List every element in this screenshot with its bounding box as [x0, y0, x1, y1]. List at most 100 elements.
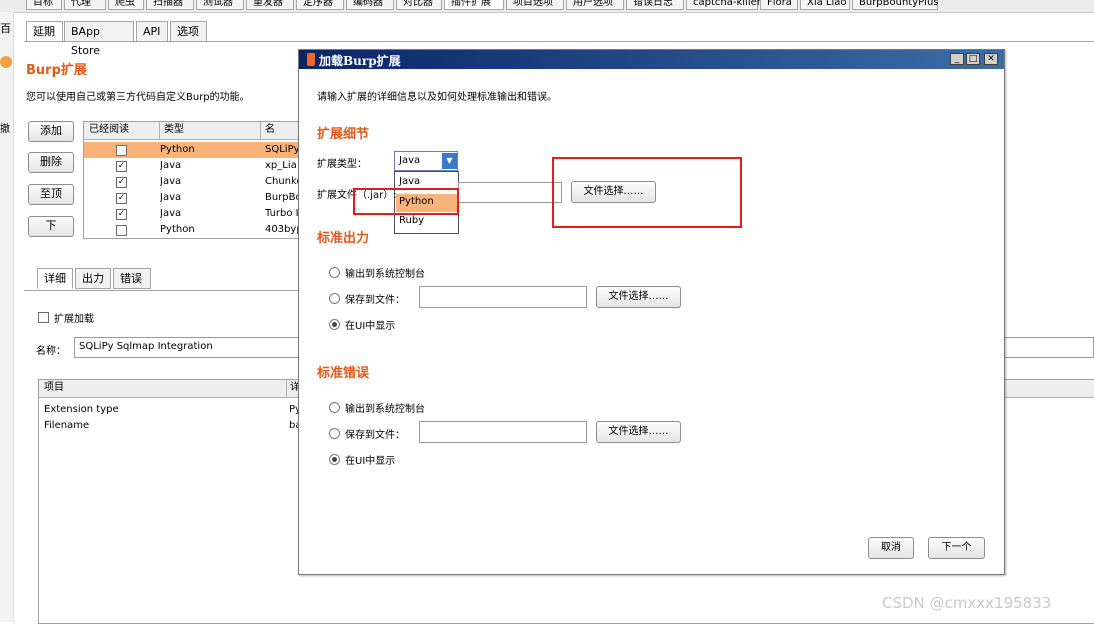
stdout-ui-label: 在UI中显示	[345, 321, 396, 332]
tab-errors[interactable]: 错误	[113, 268, 151, 289]
top-tab[interactable]: 项目选项	[506, 0, 564, 10]
row-type: Python	[160, 144, 195, 155]
left-sidebar-sliver: 百 撤	[0, 12, 14, 622]
stdout-file-radio[interactable]	[329, 293, 340, 304]
stdout-console-radio[interactable]	[329, 267, 340, 278]
burp-logo-icon	[307, 53, 315, 66]
annotation-box-python	[353, 188, 459, 215]
stderr-file-label: 保存到文件：	[345, 430, 405, 441]
top-tab[interactable]: 扫描器	[146, 0, 194, 10]
add-button[interactable]: 添加	[28, 121, 74, 142]
section-description: 您可以使用自己或第三方代码自定义Burp的功能。	[26, 92, 250, 103]
row-name: Chunke	[265, 176, 300, 187]
table-row[interactable]: ✓ Java BurpBo	[84, 190, 300, 206]
tab-extensions[interactable]: 延期	[26, 21, 63, 42]
header-name[interactable]: 名	[260, 122, 275, 139]
name-label: 名称：	[36, 346, 66, 357]
top-tab[interactable]: 插件扩展	[444, 0, 504, 10]
tab-output[interactable]: 出力	[75, 268, 111, 289]
stdout-heading: 标准出力	[317, 231, 370, 246]
stdout-ui-radio[interactable]	[329, 319, 340, 330]
top-tab[interactable]: 编码器	[346, 0, 394, 10]
dialog-title-bar: 加载Burp扩展 _ □ ✕	[299, 50, 1004, 69]
watermark: CSDN @cmxxx195833	[882, 594, 1052, 612]
top-tab[interactable]: 错误日志	[626, 0, 684, 10]
stderr-console-label: 输出到系统控制台	[345, 404, 425, 415]
minimize-icon[interactable]: _	[950, 53, 964, 65]
type-label: 扩展类型：	[317, 159, 367, 170]
table-header: 已经阅读 类型 名	[84, 122, 300, 140]
top-tab[interactable]: 代理	[64, 0, 106, 10]
stdout-file-select-button[interactable]: 文件选择……	[596, 286, 681, 308]
loaded-checkbox[interactable]: ✓	[116, 161, 127, 172]
top-tab[interactable]: Flora	[760, 0, 798, 10]
close-icon[interactable]: ✕	[984, 53, 998, 65]
row-type: Java	[160, 192, 182, 203]
row-name: SQLiPy	[265, 144, 300, 155]
top-tab[interactable]: 爬虫	[108, 0, 144, 10]
loaded-checkbox[interactable]: ✓	[116, 193, 127, 204]
next-button[interactable]: 下一个	[928, 537, 985, 559]
row-name: 403byp	[265, 224, 300, 235]
details-heading: 扩展细节	[317, 127, 370, 142]
tab-api[interactable]: API	[136, 21, 168, 42]
top-tab[interactable]: 定序器	[296, 0, 344, 10]
maximize-icon[interactable]: □	[966, 53, 980, 65]
tab-bapp-store[interactable]: BApp Store	[64, 21, 134, 57]
detail-row-item: Filename	[44, 420, 90, 431]
row-name: Turbo I	[265, 208, 299, 219]
loaded-checkbox[interactable]: ✓	[116, 177, 127, 188]
option-java[interactable]: Java	[399, 176, 420, 187]
loaded-checkbox[interactable]	[116, 225, 127, 236]
table-row[interactable]: ✓ Java Turbo I	[84, 206, 300, 222]
move-top-button[interactable]: 至顶	[28, 184, 74, 205]
mascot-icon	[0, 56, 12, 68]
left-strip-text-1: 百	[0, 22, 11, 35]
stdout-console-label: 输出到系统控制台	[345, 269, 425, 280]
row-type: Java	[160, 208, 182, 219]
chevron-down-icon[interactable]: ▼	[442, 153, 457, 169]
stderr-ui-label: 在UI中显示	[345, 456, 396, 467]
extension-file-input[interactable]	[458, 182, 562, 203]
extension-loaded-checkbox[interactable]	[38, 312, 49, 323]
top-tab[interactable]: 目标	[26, 0, 62, 10]
dialog-intro: 请输入扩展的详细信息以及如何处理标准输出和错误。	[317, 92, 557, 103]
loaded-checkbox[interactable]	[116, 145, 127, 156]
stderr-ui-radio[interactable]	[329, 454, 340, 465]
header-loaded[interactable]: 已经阅读	[89, 122, 129, 138]
top-tab[interactable]: 用户选项	[566, 0, 624, 10]
table-row[interactable]: Python SQLiPy	[84, 142, 300, 158]
row-name: xp_Lia	[265, 160, 297, 171]
option-ruby[interactable]: Ruby	[399, 215, 424, 226]
top-tab[interactable]: Xia Liao	[800, 0, 850, 10]
stderr-file-input[interactable]	[419, 421, 587, 443]
section-title: Burp扩展	[26, 63, 87, 78]
top-tab[interactable]: 测试器	[196, 0, 244, 10]
table-row[interactable]: ✓ Java xp_Lia	[84, 158, 300, 174]
table-row[interactable]: Python 403byp	[84, 222, 300, 238]
dialog-title: 加载Burp扩展	[319, 54, 401, 68]
row-name: BurpBo	[265, 192, 300, 203]
header-type[interactable]: 类型	[159, 122, 184, 139]
row-type: Java	[160, 176, 182, 187]
load-extension-dialog: 加载Burp扩展 _ □ ✕ 请输入扩展的详细信息以及如何处理标准输出和错误。 …	[298, 49, 1005, 575]
tab-options[interactable]: 选项	[170, 21, 207, 42]
top-tab[interactable]: 对比器	[396, 0, 442, 10]
row-type: Java	[160, 160, 182, 171]
loaded-checkbox[interactable]: ✓	[116, 209, 127, 220]
top-tab[interactable]: BurpBountyPlus	[852, 0, 939, 10]
remove-button[interactable]: 删除	[28, 152, 74, 173]
stderr-console-radio[interactable]	[329, 402, 340, 413]
move-down-button[interactable]: 下	[28, 216, 74, 237]
stderr-heading: 标准错误	[317, 366, 370, 381]
stderr-file-radio[interactable]	[329, 428, 340, 439]
cancel-button[interactable]: 取消	[868, 537, 914, 559]
stderr-file-select-button[interactable]: 文件选择……	[596, 421, 681, 443]
top-tab[interactable]: 重发器	[246, 0, 294, 10]
table-row[interactable]: ✓ Java Chunke	[84, 174, 300, 190]
tab-details[interactable]: 详细	[37, 268, 73, 289]
header-item[interactable]: 项目	[44, 380, 64, 396]
stdout-file-input[interactable]	[419, 286, 587, 308]
top-tab[interactable]: captcha-killer	[686, 0, 761, 10]
extension-type-select[interactable]: Java ▼	[394, 151, 458, 171]
